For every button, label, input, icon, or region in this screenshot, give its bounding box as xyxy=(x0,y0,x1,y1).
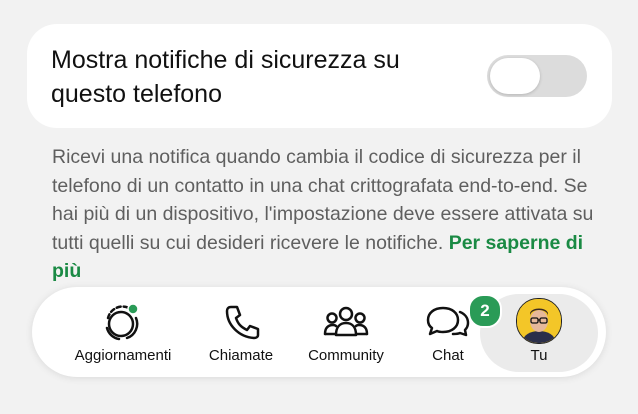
setting-description: Ricevi una notifica quando cambia il cod… xyxy=(52,143,597,286)
tab-chat-label: Chat xyxy=(432,347,464,364)
tab-community[interactable]: Community xyxy=(296,287,396,377)
security-notifications-toggle[interactable] xyxy=(487,55,587,97)
avatar xyxy=(516,298,562,344)
tab-you-label: Tu xyxy=(530,347,548,364)
community-icon xyxy=(322,297,370,345)
setting-label: Mostra notifiche di sicurezza su questo … xyxy=(51,46,400,108)
tab-you[interactable]: Tu xyxy=(490,287,588,377)
avatar-wrapper xyxy=(515,297,563,345)
phone-icon xyxy=(217,297,265,345)
tab-calls-label: Chiamate xyxy=(208,347,274,364)
tab-updates[interactable]: Aggiornamenti xyxy=(62,287,184,377)
tab-community-label: Community xyxy=(308,347,384,364)
updates-icon xyxy=(99,297,147,345)
tab-updates-label: Aggiornamenti xyxy=(74,347,172,364)
toggle-knob xyxy=(490,58,540,94)
security-notifications-card: Mostra notifiche di sicurezza su questo … xyxy=(27,24,612,128)
tab-calls[interactable]: Chiamate xyxy=(196,287,286,377)
chat-icon xyxy=(424,297,472,345)
